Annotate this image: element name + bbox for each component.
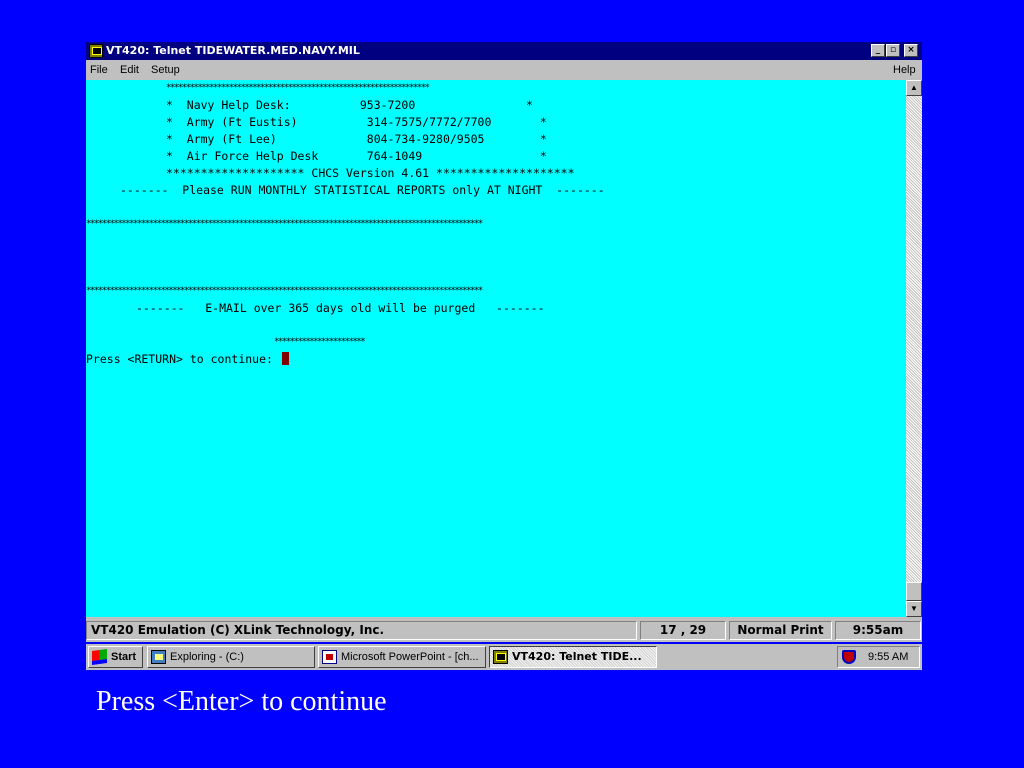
text-cursor [281,352,289,365]
slide-caption: Press <Enter> to continue [96,686,387,717]
explorer-icon [151,650,166,664]
menu-edit[interactable]: Edit [120,60,139,80]
terminal-line: ****************************************… [86,219,483,229]
taskbar: Start Exploring - (C:) Microsoft PowerPo… [86,644,922,670]
taskbar-vt420-button[interactable]: VT420: Telnet TIDE... [489,646,657,668]
minimize-button[interactable]: _ [871,44,885,57]
terminal-line: * Army (Ft Lee) 804-734-9280/9505 * [166,132,547,146]
terminal-line: ------- E-MAIL over 365 days old will be… [136,301,545,315]
task-label: Exploring - (C:) [170,651,244,663]
status-cursor-position: 17 , 29 [640,621,726,640]
prompt-text: Press <RETURN> to continue: [86,352,280,366]
start-label: Start [111,651,137,663]
prompt-line: Press <RETURN> to continue: [86,351,289,367]
powerpoint-icon [322,650,337,664]
status-emulation: VT420 Emulation (C) XLink Technology, In… [86,621,637,640]
system-tray: 9:55 AM [837,646,920,668]
terminal-line: * Army (Ft Eustis) 314-7575/7772/7700 * [166,115,547,129]
terminal-line: ------- Please RUN MONTHLY STATISTICAL R… [120,183,605,197]
terminal-line: ****************************************… [166,83,430,93]
terminal-screen[interactable]: *********************** *****************… [86,80,906,617]
vertical-scrollbar[interactable]: ▲ ▼ [906,80,922,617]
menu-bar: File Edit Setup Help [86,60,922,80]
tray-clock[interactable]: 9:55 AM [868,647,908,667]
windows-flag-icon [92,648,107,666]
vt420-app-icon[interactable] [89,44,103,58]
terminal-line: *********************** [274,337,366,347]
task-label: VT420: Telnet TIDE... [512,650,642,663]
menu-help[interactable]: Help [893,60,916,80]
status-print-mode: Normal Print [729,621,832,640]
status-time: 9:55am [835,621,921,640]
menu-file[interactable]: File [90,60,108,80]
vt420-icon [493,650,508,664]
taskbar-explorer-button[interactable]: Exploring - (C:) [147,646,315,668]
window-title: VT420: Telnet TIDEWATER.MED.NAVY.MIL [106,44,360,57]
scroll-up-button[interactable]: ▲ [906,80,922,96]
status-bar: VT420 Emulation (C) XLink Technology, In… [86,619,922,641]
shield-icon[interactable] [842,650,856,664]
scroll-down-button[interactable]: ▼ [906,601,922,617]
telnet-window: VT420: Telnet TIDEWATER.MED.NAVY.MIL _ ▫… [86,42,922,642]
terminal-line: * Navy Help Desk: 953-7200 * [166,98,533,112]
close-button[interactable]: × [904,44,918,57]
terminal-line: ******************** CHCS Version 4.61 *… [166,166,575,180]
task-label: Microsoft PowerPoint - [ch... [341,651,479,663]
terminal-line: * Air Force Help Desk 764-1049 * [166,149,547,163]
taskbar-powerpoint-button[interactable]: Microsoft PowerPoint - [ch... [318,646,486,668]
terminal-line: ****************************************… [86,286,483,296]
title-bar[interactable]: VT420: Telnet TIDEWATER.MED.NAVY.MIL _ ▫… [86,42,922,60]
scroll-thumb[interactable] [906,582,922,601]
menu-setup[interactable]: Setup [151,60,180,80]
start-button[interactable]: Start [88,646,143,668]
maximize-button[interactable]: ▫ [886,44,900,57]
